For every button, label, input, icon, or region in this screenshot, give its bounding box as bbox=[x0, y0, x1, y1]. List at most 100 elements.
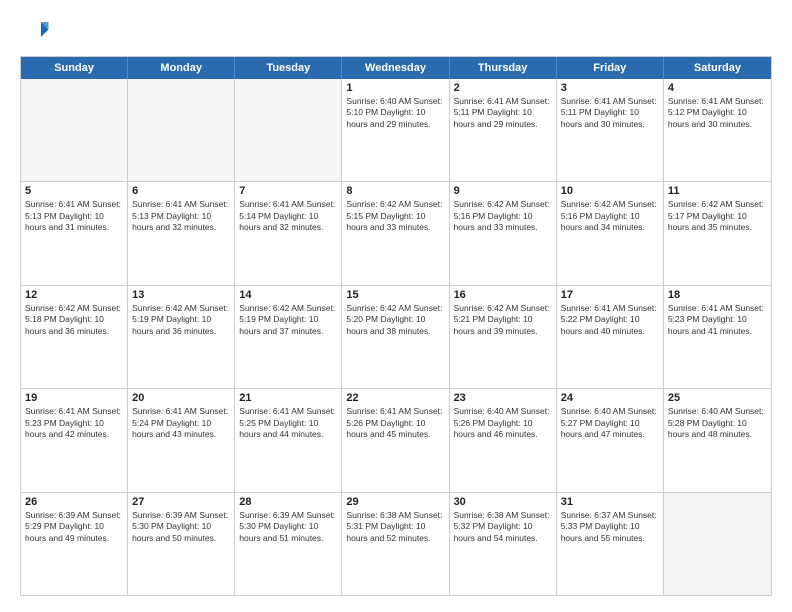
day-cell-6: 6 Sunrise: 6:41 AM Sunset: 5:13 PM Daylig… bbox=[128, 182, 235, 284]
day-cell-23: 23 Sunrise: 6:40 AM Sunset: 5:26 PM Dayli… bbox=[450, 389, 557, 491]
week-row-2: 5 Sunrise: 6:41 AM Sunset: 5:13 PM Daylig… bbox=[21, 181, 771, 284]
calendar-header: SundayMondayTuesdayWednesdayThursdayFrid… bbox=[21, 57, 771, 79]
day-number: 2 bbox=[454, 82, 552, 94]
page: SundayMondayTuesdayWednesdayThursdayFrid… bbox=[0, 0, 792, 612]
day-number: 10 bbox=[561, 185, 659, 197]
day-cell-12: 12Sunrise: 6:42 AM Sunset: 5:18 PM Dayli… bbox=[21, 286, 128, 388]
day-header-thursday: Thursday bbox=[450, 57, 557, 79]
day-number: 9 bbox=[454, 185, 552, 197]
day-cell-28: 28 Sunrise: 6:39 AM Sunset: 5:30 PM Dayli… bbox=[235, 493, 342, 595]
day-info: Sunrise: 6:41 AM Sunset: 5:13 PM Dayligh… bbox=[132, 199, 230, 233]
day-number: 22 bbox=[346, 392, 444, 404]
day-number: 4 bbox=[668, 82, 767, 94]
day-info: Sunrise: 6:41 AM Sunset: 5:26 PM Dayligh… bbox=[346, 406, 444, 440]
day-header-sunday: Sunday bbox=[21, 57, 128, 79]
day-info: Sunrise: 6:42 AM Sunset: 5:19 PM Dayligh… bbox=[132, 303, 230, 337]
day-number: 7 bbox=[239, 185, 337, 197]
calendar-body: 1Sunrise: 6:40 AM Sunset: 5:10 PM Daylig… bbox=[21, 79, 771, 595]
day-number: 6 bbox=[132, 185, 230, 197]
day-info: Sunrise: 6:41 AM Sunset: 5:14 PM Dayligh… bbox=[239, 199, 337, 233]
day-info: Sunrise: 6:41 AM Sunset: 5:12 PM Dayligh… bbox=[668, 96, 767, 130]
day-number: 26 bbox=[25, 496, 123, 508]
day-number: 31 bbox=[561, 496, 659, 508]
day-info: Sunrise: 6:39 AM Sunset: 5:30 PM Dayligh… bbox=[239, 510, 337, 544]
calendar: SundayMondayTuesdayWednesdayThursdayFrid… bbox=[20, 56, 772, 596]
day-info: Sunrise: 6:41 AM Sunset: 5:11 PM Dayligh… bbox=[561, 96, 659, 130]
day-cell-9: 9 Sunrise: 6:42 AM Sunset: 5:16 PM Daylig… bbox=[450, 182, 557, 284]
day-number: 21 bbox=[239, 392, 337, 404]
day-number: 30 bbox=[454, 496, 552, 508]
day-cell-empty bbox=[664, 493, 771, 595]
day-cell-16: 16 Sunrise: 6:42 AM Sunset: 5:21 PM Dayli… bbox=[450, 286, 557, 388]
day-number: 20 bbox=[132, 392, 230, 404]
day-number: 5 bbox=[25, 185, 123, 197]
day-info: Sunrise: 6:42 AM Sunset: 5:16 PM Dayligh… bbox=[454, 199, 552, 233]
day-info: Sunrise: 6:42 AM Sunset: 5:15 PM Dayligh… bbox=[346, 199, 444, 233]
day-header-monday: Monday bbox=[128, 57, 235, 79]
day-cell-17: 17 Sunrise: 6:41 AM Sunset: 5:22 PM Dayli… bbox=[557, 286, 664, 388]
day-info: Sunrise: 6:41 AM Sunset: 5:23 PM Dayligh… bbox=[668, 303, 767, 337]
day-number: 13 bbox=[132, 289, 230, 301]
logo bbox=[20, 16, 54, 46]
day-cell-8: 8 Sunrise: 6:42 AM Sunset: 5:15 PM Daylig… bbox=[342, 182, 449, 284]
day-number: 8 bbox=[346, 185, 444, 197]
day-header-saturday: Saturday bbox=[664, 57, 771, 79]
day-number: 18 bbox=[668, 289, 767, 301]
day-info: Sunrise: 6:41 AM Sunset: 5:22 PM Dayligh… bbox=[561, 303, 659, 337]
day-cell-25: 25Sunrise: 6:40 AM Sunset: 5:28 PM Dayli… bbox=[664, 389, 771, 491]
day-number: 23 bbox=[454, 392, 552, 404]
week-row-3: 12Sunrise: 6:42 AM Sunset: 5:18 PM Dayli… bbox=[21, 285, 771, 388]
day-cell-29: 29Sunrise: 6:38 AM Sunset: 5:31 PM Dayli… bbox=[342, 493, 449, 595]
day-info: Sunrise: 6:38 AM Sunset: 5:32 PM Dayligh… bbox=[454, 510, 552, 544]
header bbox=[20, 16, 772, 46]
day-header-friday: Friday bbox=[557, 57, 664, 79]
day-cell-27: 27 Sunrise: 6:39 AM Sunset: 5:30 PM Dayli… bbox=[128, 493, 235, 595]
day-number: 1 bbox=[346, 82, 444, 94]
day-number: 19 bbox=[25, 392, 123, 404]
day-info: Sunrise: 6:42 AM Sunset: 5:21 PM Dayligh… bbox=[454, 303, 552, 337]
day-cell-7: 7 Sunrise: 6:41 AM Sunset: 5:14 PM Daylig… bbox=[235, 182, 342, 284]
logo-icon bbox=[20, 16, 50, 46]
day-cell-10: 10 Sunrise: 6:42 AM Sunset: 5:16 PM Dayli… bbox=[557, 182, 664, 284]
day-cell-11: 11 Sunrise: 6:42 AM Sunset: 5:17 PM Dayli… bbox=[664, 182, 771, 284]
day-cell-15: 15 Sunrise: 6:42 AM Sunset: 5:20 PM Dayli… bbox=[342, 286, 449, 388]
day-info: Sunrise: 6:41 AM Sunset: 5:24 PM Dayligh… bbox=[132, 406, 230, 440]
day-number: 29 bbox=[346, 496, 444, 508]
day-number: 25 bbox=[668, 392, 767, 404]
week-row-1: 1Sunrise: 6:40 AM Sunset: 5:10 PM Daylig… bbox=[21, 79, 771, 181]
day-cell-4: 4 Sunrise: 6:41 AM Sunset: 5:12 PM Daylig… bbox=[664, 79, 771, 181]
day-cell-21: 21 Sunrise: 6:41 AM Sunset: 5:25 PM Dayli… bbox=[235, 389, 342, 491]
day-info: Sunrise: 6:41 AM Sunset: 5:23 PM Dayligh… bbox=[25, 406, 123, 440]
day-cell-20: 20 Sunrise: 6:41 AM Sunset: 5:24 PM Dayli… bbox=[128, 389, 235, 491]
day-info: Sunrise: 6:40 AM Sunset: 5:26 PM Dayligh… bbox=[454, 406, 552, 440]
day-number: 15 bbox=[346, 289, 444, 301]
day-cell-empty bbox=[21, 79, 128, 181]
day-number: 16 bbox=[454, 289, 552, 301]
day-info: Sunrise: 6:42 AM Sunset: 5:17 PM Dayligh… bbox=[668, 199, 767, 233]
day-info: Sunrise: 6:42 AM Sunset: 5:20 PM Dayligh… bbox=[346, 303, 444, 337]
day-info: Sunrise: 6:42 AM Sunset: 5:18 PM Dayligh… bbox=[25, 303, 123, 337]
day-cell-1: 1Sunrise: 6:40 AM Sunset: 5:10 PM Daylig… bbox=[342, 79, 449, 181]
day-info: Sunrise: 6:42 AM Sunset: 5:16 PM Dayligh… bbox=[561, 199, 659, 233]
day-cell-24: 24Sunrise: 6:40 AM Sunset: 5:27 PM Dayli… bbox=[557, 389, 664, 491]
day-info: Sunrise: 6:37 AM Sunset: 5:33 PM Dayligh… bbox=[561, 510, 659, 544]
day-cell-26: 26 Sunrise: 6:39 AM Sunset: 5:29 PM Dayli… bbox=[21, 493, 128, 595]
day-info: Sunrise: 6:39 AM Sunset: 5:29 PM Dayligh… bbox=[25, 510, 123, 544]
week-row-5: 26 Sunrise: 6:39 AM Sunset: 5:29 PM Dayli… bbox=[21, 492, 771, 595]
day-info: Sunrise: 6:41 AM Sunset: 5:11 PM Dayligh… bbox=[454, 96, 552, 130]
day-number: 28 bbox=[239, 496, 337, 508]
day-cell-3: 3 Sunrise: 6:41 AM Sunset: 5:11 PM Daylig… bbox=[557, 79, 664, 181]
day-cell-19: 19 Sunrise: 6:41 AM Sunset: 5:23 PM Dayli… bbox=[21, 389, 128, 491]
day-info: Sunrise: 6:42 AM Sunset: 5:19 PM Dayligh… bbox=[239, 303, 337, 337]
day-number: 27 bbox=[132, 496, 230, 508]
day-number: 17 bbox=[561, 289, 659, 301]
day-number: 11 bbox=[668, 185, 767, 197]
day-number: 3 bbox=[561, 82, 659, 94]
day-cell-18: 18 Sunrise: 6:41 AM Sunset: 5:23 PM Dayli… bbox=[664, 286, 771, 388]
day-info: Sunrise: 6:39 AM Sunset: 5:30 PM Dayligh… bbox=[132, 510, 230, 544]
day-info: Sunrise: 6:41 AM Sunset: 5:25 PM Dayligh… bbox=[239, 406, 337, 440]
day-cell-5: 5Sunrise: 6:41 AM Sunset: 5:13 PM Daylig… bbox=[21, 182, 128, 284]
day-number: 14 bbox=[239, 289, 337, 301]
day-cell-22: 22 Sunrise: 6:41 AM Sunset: 5:26 PM Dayli… bbox=[342, 389, 449, 491]
day-cell-14: 14 Sunrise: 6:42 AM Sunset: 5:19 PM Dayli… bbox=[235, 286, 342, 388]
